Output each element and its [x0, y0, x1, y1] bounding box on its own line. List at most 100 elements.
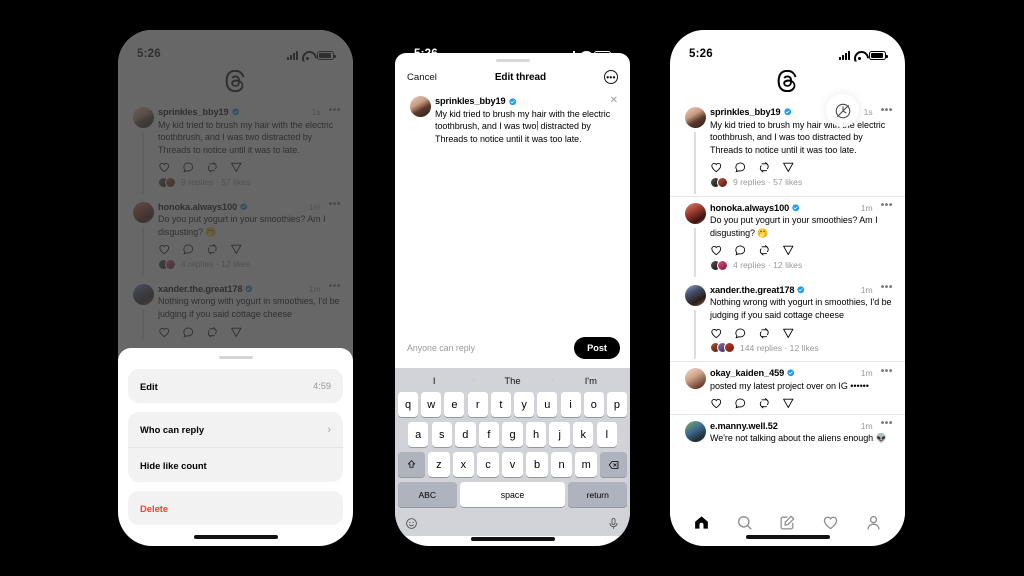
key-b[interactable]: b	[526, 452, 548, 478]
key-h[interactable]: h	[525, 422, 547, 448]
key-o[interactable]: o	[583, 392, 604, 418]
key-x[interactable]: x	[452, 452, 475, 478]
key-u[interactable]: u	[537, 392, 558, 418]
post-more-icon[interactable]: •••	[881, 201, 893, 212]
avatar[interactable]	[684, 202, 706, 224]
reply-policy-label[interactable]: Anyone can reply	[407, 343, 475, 353]
sheet-grabber[interactable]	[218, 356, 253, 360]
more-circle-icon[interactable]: •••	[604, 70, 618, 85]
reply-icon[interactable]	[734, 244, 747, 257]
share-icon[interactable]	[782, 244, 795, 257]
key-g[interactable]: g	[502, 422, 523, 448]
reply-avatars	[710, 259, 728, 271]
prediction-1[interactable]: The	[473, 375, 551, 386]
reply-icon[interactable]	[734, 327, 747, 340]
avatar[interactable]	[409, 96, 431, 118]
key-z[interactable]: z	[428, 452, 450, 478]
post-more-icon[interactable]: •••	[881, 419, 893, 430]
reply-icon[interactable]	[734, 161, 747, 174]
post-button[interactable]: Post	[574, 337, 620, 360]
key-y[interactable]: y	[514, 392, 535, 418]
shift-icon[interactable]	[398, 452, 425, 478]
key-m[interactable]: m	[575, 452, 597, 478]
post-item[interactable]: honoka.always100 1m ••• Do you put yogur…	[670, 195, 905, 279]
post-item[interactable]: okay_kaiden_459 1m ••• posted my latest …	[670, 361, 905, 414]
key-n[interactable]: n	[550, 452, 573, 478]
action-who-can-reply[interactable]: Who can reply ›	[128, 412, 343, 447]
post-more-icon[interactable]: •••	[881, 283, 893, 294]
repost-icon[interactable]	[758, 161, 771, 174]
key-a[interactable]: a	[408, 422, 429, 448]
like-icon[interactable]	[710, 327, 723, 340]
post-item[interactable]: sprinkles_bby19 1s ••• My kid tried to b…	[670, 101, 905, 196]
signal-bars-icon	[839, 51, 850, 60]
key-s[interactable]: s	[431, 422, 452, 448]
search-icon[interactable]	[736, 514, 753, 531]
prediction-2[interactable]: I'm	[551, 375, 630, 386]
post-username[interactable]: e.manny.well.52	[710, 421, 778, 431]
key-l[interactable]: l	[596, 422, 618, 448]
repost-icon[interactable]	[758, 397, 771, 410]
post-timestamp: 1m	[860, 420, 873, 431]
post-stats[interactable]: 144 replies · 12 likes	[740, 343, 819, 353]
close-icon[interactable]: ✕	[606, 96, 618, 106]
key-r[interactable]: r	[467, 392, 488, 418]
key-f[interactable]: f	[478, 422, 500, 448]
avatar[interactable]	[684, 107, 706, 128]
key-e[interactable]: e	[444, 392, 465, 418]
post-username[interactable]: sprinkles_bby19	[710, 107, 781, 117]
post-more-icon[interactable]: •••	[881, 366, 893, 378]
home-icon[interactable]	[693, 514, 710, 531]
backspace-icon[interactable]	[600, 452, 628, 478]
like-icon[interactable]	[710, 161, 723, 174]
key-d[interactable]: d	[455, 422, 476, 448]
avatar[interactable]	[684, 368, 706, 390]
emoji-icon[interactable]	[405, 517, 418, 530]
like-icon[interactable]	[710, 397, 723, 410]
microphone-icon[interactable]	[607, 517, 620, 530]
cancel-button[interactable]: Cancel	[407, 72, 437, 83]
heart-icon[interactable]	[822, 514, 839, 531]
edit-timer-icon	[835, 103, 850, 118]
key-i[interactable]: i	[560, 392, 581, 418]
key-t[interactable]: t	[490, 392, 511, 418]
post-item[interactable]: e.manny.well.52 1m ••• We're not talking…	[670, 413, 905, 447]
avatar[interactable]	[684, 420, 706, 442]
avatar[interactable]	[684, 284, 706, 306]
key-w[interactable]: w	[421, 392, 442, 418]
return-key[interactable]: return	[568, 482, 627, 508]
reply-icon[interactable]	[734, 397, 747, 410]
share-icon[interactable]	[782, 397, 795, 410]
space-key[interactable]: space	[459, 482, 566, 508]
compose-icon[interactable]	[779, 514, 796, 531]
edit-countdown: 4:59	[313, 381, 331, 392]
person-icon[interactable]	[865, 514, 882, 531]
edit-timer-badge[interactable]	[826, 94, 859, 127]
prediction-0[interactable]: I	[395, 375, 473, 386]
action-hide-like-count[interactable]: Hide like count	[128, 447, 343, 482]
key-j[interactable]: j	[549, 422, 570, 448]
key-k[interactable]: k	[573, 422, 594, 448]
post-username[interactable]: honoka.always100	[710, 203, 789, 213]
post-username[interactable]: xander.the.great178	[710, 285, 795, 295]
key-p[interactable]: p	[606, 392, 627, 418]
repost-icon[interactable]	[758, 244, 771, 257]
post-item[interactable]: xander.the.great178 1m ••• Nothing wrong…	[670, 279, 905, 361]
abc-key[interactable]: ABC	[398, 482, 457, 508]
key-q[interactable]: q	[398, 392, 419, 418]
action-delete[interactable]: Delete	[128, 491, 343, 525]
action-edit-label: Edit	[140, 380, 158, 392]
key-v[interactable]: v	[501, 452, 524, 478]
repost-icon[interactable]	[758, 327, 771, 340]
phone-2-edit-thread: 5:26 Cancel Edit thread ••• sprinkles_bb…	[395, 30, 630, 546]
share-icon[interactable]	[782, 327, 795, 340]
share-icon[interactable]	[782, 161, 795, 174]
key-c[interactable]: c	[477, 452, 499, 478]
composer-textarea[interactable]: My kid tried to brush my hair with the e…	[435, 108, 618, 146]
post-username[interactable]: okay_kaiden_459	[710, 368, 784, 378]
action-edit[interactable]: Edit 4:59	[128, 369, 343, 403]
post-stats[interactable]: 9 replies · 57 likes	[733, 177, 802, 187]
post-more-icon[interactable]: •••	[881, 105, 893, 117]
post-stats[interactable]: 4 replies · 12 likes	[733, 260, 802, 270]
like-icon[interactable]	[710, 244, 723, 257]
